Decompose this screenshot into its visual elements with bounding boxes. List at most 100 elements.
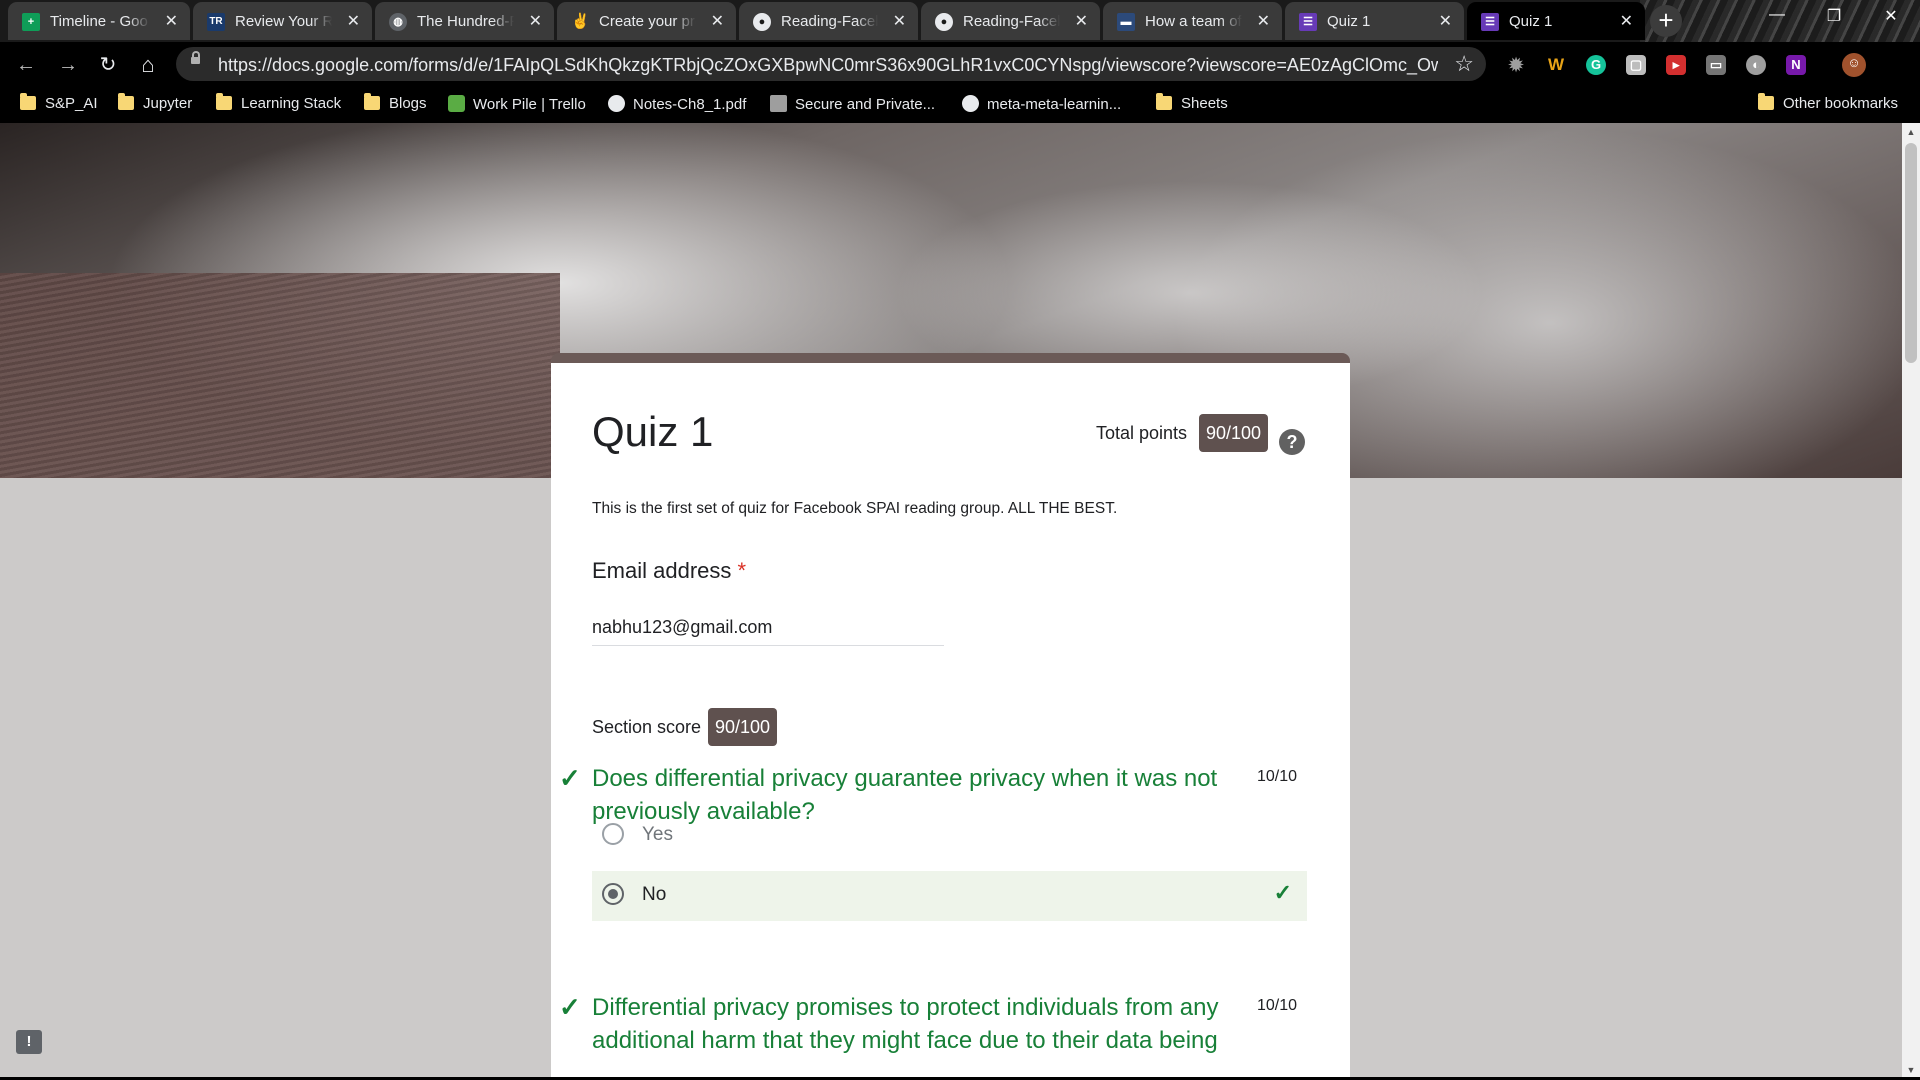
- toggle-extension-icon[interactable]: ◐: [1746, 55, 1766, 75]
- browser-toolbar: ← → ↻ ⌂ https://docs.google.com/forms/d/…: [0, 42, 1920, 87]
- globe-icon: ◍: [389, 13, 407, 31]
- section-score-label: Section score: [592, 717, 702, 737]
- tab-label: Reading-Faceb: [963, 13, 1060, 30]
- bookmark-secure-private[interactable]: Secure and Private...: [770, 95, 935, 113]
- profile-avatar-icon[interactable]: ☺: [1842, 53, 1866, 77]
- tab-label: Review Your Re: [235, 13, 332, 30]
- email-answer: nabhu123@gmail.com: [592, 617, 944, 646]
- folder-icon: [118, 93, 134, 110]
- option-label: Yes: [642, 824, 673, 845]
- close-icon[interactable]: ✕: [165, 11, 178, 31]
- correct-check-icon: ✓: [1273, 880, 1292, 905]
- total-points-label: Total points: [1096, 423, 1188, 443]
- forward-button[interactable]: →: [54, 51, 82, 79]
- close-icon[interactable]: ✕: [1439, 11, 1452, 31]
- form-title: Quiz 1: [592, 408, 714, 455]
- scroll-down-arrow[interactable]: ▼: [1902, 1065, 1920, 1075]
- back-button[interactable]: ←: [12, 51, 40, 79]
- help-icon[interactable]: ?: [1279, 429, 1305, 455]
- gear-extension-icon[interactable]: ✹: [1506, 55, 1526, 75]
- tab-quiz-1-active[interactable]: ☰ Quiz 1 ✕: [1467, 2, 1645, 40]
- tab-how-a-team[interactable]: ▬ How a team of ✕: [1103, 2, 1282, 40]
- bookmark-label: Learning Stack: [241, 95, 342, 112]
- bookmark-label: Notes-Ch8_1.pdf: [633, 96, 747, 113]
- tab-quiz-1[interactable]: ☰ Quiz 1 ✕: [1285, 2, 1464, 40]
- close-icon[interactable]: ✕: [1257, 11, 1270, 31]
- page-viewport: Quiz 1 Total points 90/100 ? This is the…: [0, 123, 1902, 1080]
- url-text[interactable]: https://docs.google.com/forms/d/e/1FAIpQ…: [218, 55, 1438, 76]
- lock-icon: [191, 51, 200, 64]
- bookmark-label: meta-meta-learnin...: [987, 96, 1122, 113]
- bookmark-label: Work Pile | Trello: [473, 96, 586, 113]
- question-2-text: Differential privacy promises to protect…: [592, 994, 1219, 1054]
- scroll-up-arrow[interactable]: ▲: [1902, 127, 1920, 137]
- tab-review[interactable]: TR Review Your Re ✕: [193, 2, 372, 40]
- google-forms-icon: ☰: [1299, 13, 1317, 31]
- close-icon[interactable]: ✕: [893, 11, 906, 31]
- minimize-button[interactable]: —: [1757, 6, 1797, 24]
- peace-hand-icon: ✌: [571, 13, 590, 30]
- card-extension-icon[interactable]: ▭: [1706, 55, 1726, 75]
- radio-unselected-icon: [602, 823, 624, 845]
- extension-icon[interactable]: ▢: [1626, 55, 1646, 75]
- bookmark-star-icon[interactable]: ☆: [1454, 51, 1474, 77]
- globe-icon: [608, 95, 625, 112]
- close-icon[interactable]: ✕: [711, 11, 724, 31]
- google-forms-icon: ☰: [1481, 13, 1499, 31]
- total-points-badge: 90/100: [1199, 414, 1269, 452]
- bookmark-label: Blogs: [389, 95, 427, 112]
- window-close-button[interactable]: ✕: [1871, 6, 1911, 26]
- reload-button[interactable]: ↻: [94, 51, 122, 79]
- tab-label: The Hundred-P: [417, 13, 514, 30]
- question-2-points: 10/10: [1257, 997, 1298, 1014]
- address-bar[interactable]: https://docs.google.com/forms/d/e/1FAIpQ…: [176, 47, 1486, 81]
- bookmark-s-p-ai[interactable]: S&P_AI: [20, 93, 98, 112]
- tab-strip: + Timeline - Goo ✕ TR Review Your Re ✕ ◍…: [0, 0, 1920, 42]
- bookmark-learning-stack[interactable]: Learning Stack: [216, 93, 342, 112]
- globe-icon: [962, 95, 979, 112]
- section-score-badge: 90/100: [708, 708, 778, 746]
- new-tab-button[interactable]: +: [1650, 5, 1682, 37]
- close-icon[interactable]: ✕: [1620, 11, 1633, 31]
- close-icon[interactable]: ✕: [529, 11, 542, 31]
- bookmark-label: Other bookmarks: [1783, 95, 1899, 112]
- close-icon[interactable]: ✕: [1075, 11, 1088, 31]
- tab-label: Create your pro: [599, 13, 696, 30]
- trello-icon: [448, 95, 465, 112]
- onenote-extension-icon[interactable]: N: [1786, 55, 1806, 75]
- report-feedback-icon[interactable]: !: [16, 1030, 42, 1054]
- required-asterisk: *: [737, 558, 747, 583]
- bookmark-meta-meta[interactable]: meta-meta-learnin...: [962, 95, 1121, 113]
- tab-reading-2[interactable]: ● Reading-Faceb ✕: [921, 2, 1100, 40]
- form-description: This is the first set of quiz for Facebo…: [592, 500, 1118, 517]
- tab-label: Quiz 1: [1327, 13, 1424, 30]
- scrollbar-thumb[interactable]: [1905, 143, 1917, 363]
- close-icon[interactable]: ✕: [347, 11, 360, 31]
- restore-button[interactable]: ❐: [1814, 6, 1854, 26]
- bookmark-sheets[interactable]: Sheets: [1156, 93, 1228, 112]
- bookmark-trello[interactable]: Work Pile | Trello: [448, 95, 586, 113]
- w-extension-icon[interactable]: W: [1546, 55, 1566, 75]
- bookmark-blogs[interactable]: Blogs: [364, 93, 427, 112]
- tab-create[interactable]: ✌ Create your pro ✕: [557, 2, 736, 40]
- tab-label: Quiz 1: [1509, 13, 1605, 30]
- other-bookmarks[interactable]: Other bookmarks: [1758, 93, 1899, 112]
- tab-timeline[interactable]: + Timeline - Goo ✕: [8, 2, 190, 40]
- tab-label: Timeline - Goo: [50, 13, 150, 30]
- folder-icon: [216, 93, 232, 110]
- bookmark-jupyter[interactable]: Jupyter: [118, 93, 193, 112]
- tab-reading-1[interactable]: ● Reading-Faceb ✕: [739, 2, 918, 40]
- video-extension-icon[interactable]: ▸: [1666, 55, 1686, 75]
- github-icon: ●: [935, 13, 953, 31]
- folder-icon: [1758, 93, 1774, 110]
- grammarly-extension-icon[interactable]: G: [1586, 55, 1606, 75]
- page-scrollbar[interactable]: ▲ ▼: [1902, 123, 1920, 1080]
- correct-check-icon: ✓: [559, 992, 581, 1022]
- tab-hundred[interactable]: ◍ The Hundred-P ✕: [375, 2, 554, 40]
- bookmark-notes-pdf[interactable]: Notes-Ch8_1.pdf: [608, 95, 746, 113]
- home-button[interactable]: ⌂: [134, 51, 162, 79]
- folder-icon: [20, 93, 36, 110]
- option-no-correct: No ✓: [592, 871, 1307, 921]
- bookmark-label: Secure and Private...: [795, 96, 936, 113]
- bookmark-label: Jupyter: [143, 95, 193, 112]
